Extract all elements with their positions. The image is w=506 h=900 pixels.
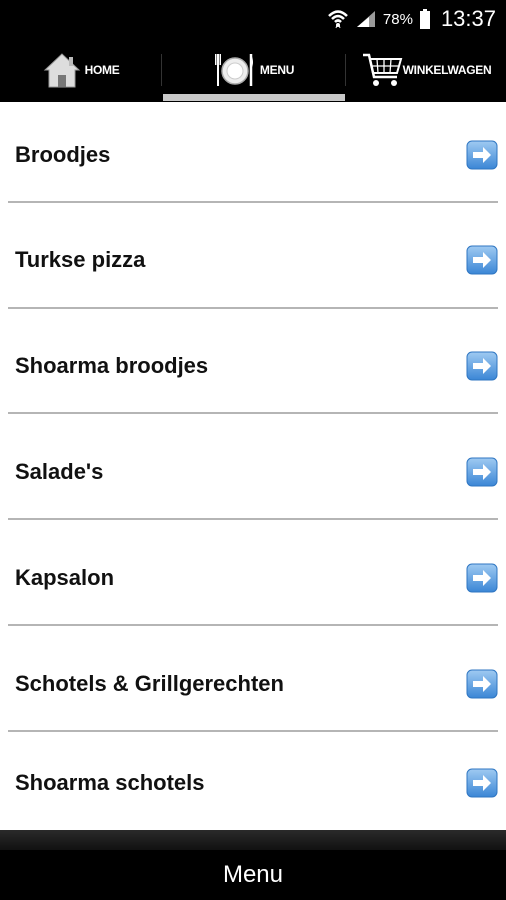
menu-item-label: Shoarma schotels <box>15 770 205 795</box>
list-divider <box>8 730 498 732</box>
list-item[interactable]: Salade's <box>0 419 506 524</box>
arrow-right-icon[interactable] <box>466 669 498 699</box>
tab-home[interactable]: HOME <box>0 38 162 102</box>
list-item[interactable]: Shoarma broodjes <box>0 313 506 418</box>
top-navigation: HOME MENU WINKELWAGEN <box>0 38 506 102</box>
tab-menu[interactable]: MENU <box>163 38 345 102</box>
list-divider <box>8 624 498 626</box>
status-bar: 78% 13:37 <box>0 0 506 38</box>
list-divider <box>8 201 498 203</box>
clock: 13:37 <box>440 6 496 31</box>
plate-icon <box>214 54 253 86</box>
active-tab-indicator <box>163 94 345 101</box>
tab-divider <box>161 54 162 86</box>
tab-winkelwagen-label: WINKELWAGEN <box>402 63 492 77</box>
arrow-right-icon[interactable] <box>466 457 498 487</box>
tab-home-label: HOME <box>84 63 120 77</box>
bottom-title-bar: Menu <box>0 850 506 900</box>
battery-icon <box>419 9 430 29</box>
list-divider <box>8 518 498 520</box>
list-item[interactable]: Kapsalon <box>0 525 506 630</box>
list-item[interactable]: Schotels & Grillgerechten <box>0 631 506 736</box>
footer-title: Menu <box>222 861 284 888</box>
menu-item-label: Schotels & Grillgerechten <box>15 670 284 696</box>
menu-item-label: Broodjes <box>15 141 111 167</box>
shopping-cart-icon <box>362 53 402 86</box>
tab-menu-label: MENU <box>259 63 295 77</box>
arrow-right-icon[interactable] <box>466 768 498 798</box>
arrow-right-icon[interactable] <box>466 351 498 381</box>
menu-list: Broodjes Turkse pizza Shoarma broodjes S… <box>0 102 506 830</box>
status-indicators: 78% 13:37 <box>327 6 496 32</box>
menu-item-label: Shoarma broodjes <box>15 352 209 378</box>
list-item[interactable]: Broodjes <box>0 102 506 207</box>
signal-icon <box>356 11 375 27</box>
list-divider <box>8 412 498 414</box>
menu-item-label: Salade's <box>15 458 104 484</box>
list-item[interactable]: Turkse pizza <box>0 207 506 312</box>
arrow-right-icon[interactable] <box>466 245 498 275</box>
list-item[interactable]: Shoarma schotels <box>0 736 506 830</box>
footer-gradient <box>0 830 506 850</box>
tab-winkelwagen[interactable]: WINKELWAGEN <box>346 38 506 102</box>
battery-percentage: 78% <box>382 10 413 28</box>
menu-item-label: Turkse pizza <box>15 246 146 272</box>
list-divider <box>8 307 498 309</box>
house-icon <box>43 53 80 88</box>
arrow-right-icon[interactable] <box>466 140 498 170</box>
wifi-icon <box>328 10 348 29</box>
menu-item-label: Kapsalon <box>15 564 115 590</box>
arrow-right-icon[interactable] <box>466 563 498 593</box>
